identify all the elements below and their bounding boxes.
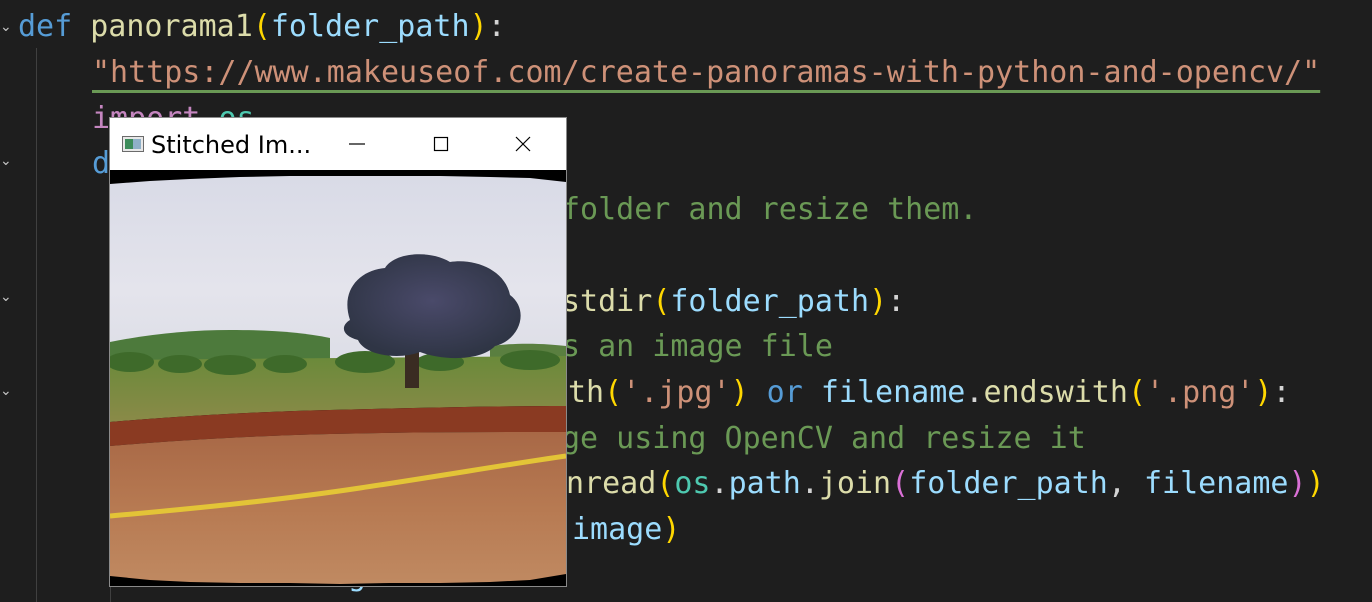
code-token: ( [656,466,675,501]
code-token: folder and resize them. [562,192,978,227]
maximize-icon [433,136,449,152]
fold-chevron-icon[interactable]: ⌄ [0,20,12,34]
window-title: Stitched Im... [151,131,312,159]
stitched-image-window[interactable]: Stitched Im... [110,118,566,586]
code-token: : [887,284,906,319]
maximize-button[interactable] [412,118,470,170]
code-line-5: folder and resize them. [562,187,977,233]
code-token: endswith [983,375,1128,410]
code-token: . [965,375,984,410]
code-token: stdir [562,284,653,319]
code-token: or [748,375,821,410]
code-line-2: "https://www.makeuseof.com/create-panora… [92,50,1320,96]
code-token: . [800,466,819,501]
code-token: '.png' [1146,375,1255,410]
code-token: '.jpg' [622,375,731,410]
code-token: ) [662,512,681,547]
code-token: : [1272,375,1291,410]
code-token: s an image file [562,329,833,364]
code-token: ( [652,284,671,319]
code-token: def [18,9,91,44]
fold-chevron-icon[interactable]: ⌄ [0,290,12,304]
code-token: "https://www.makeuseof.com/create-panora… [92,55,1321,90]
code-token: d [92,146,111,181]
code-token: ( [891,466,910,501]
code-token: ) [1254,375,1273,410]
code-token: panorama1 [90,9,253,44]
code-token: os [674,466,711,501]
close-button[interactable] [494,118,552,170]
app-icon [122,136,144,152]
panorama-picture [110,170,566,586]
fold-chevron-icon[interactable]: ⌄ [0,154,12,168]
code-token: path [728,466,801,501]
code-token: filename [1144,466,1289,501]
code-token: ) [1306,466,1325,501]
code-token: image [572,512,663,547]
window-titlebar[interactable]: Stitched Im... [110,118,566,170]
code-token: ) [869,284,888,319]
close-icon [515,136,531,152]
code-token: filename [820,375,966,410]
indent-guide [36,48,37,602]
code-token: ( [252,9,271,44]
code-line-12: image) [572,507,680,553]
code-line-9: th('.jpg') or filename.endswith('.png'): [568,370,1291,416]
code-token: ( [1127,375,1146,410]
code-line-11: nread(os.path.join(folder_path, filename… [566,461,1325,507]
code-token: : [487,9,506,44]
fold-chevron-icon[interactable]: ⌄ [0,384,12,398]
code-token: folder_path [670,284,870,319]
code-token: ge using OpenCV and resize it [562,421,1086,456]
code-token: ) [469,9,488,44]
code-token: , [1107,466,1144,501]
minimize-icon [349,143,365,145]
code-token: nread [566,466,657,501]
code-token: ( [604,375,623,410]
minimize-button[interactable] [328,118,386,170]
stitched-panorama-image [110,170,566,586]
code-line-8: s an image file [562,324,833,370]
code-token: join [818,466,892,501]
code-token: th [568,375,605,410]
code-line-7: stdir(folder_path): [562,279,905,325]
code-token: ) [730,375,749,410]
code-line-1: def panorama1(folder_path): [18,4,506,50]
code-token: folder_path [270,9,470,44]
code-token: folder_path [909,466,1108,501]
code-token: ) [1288,466,1307,501]
code-line-10: ge using OpenCV and resize it [562,416,1086,462]
code-token: . [710,466,729,501]
